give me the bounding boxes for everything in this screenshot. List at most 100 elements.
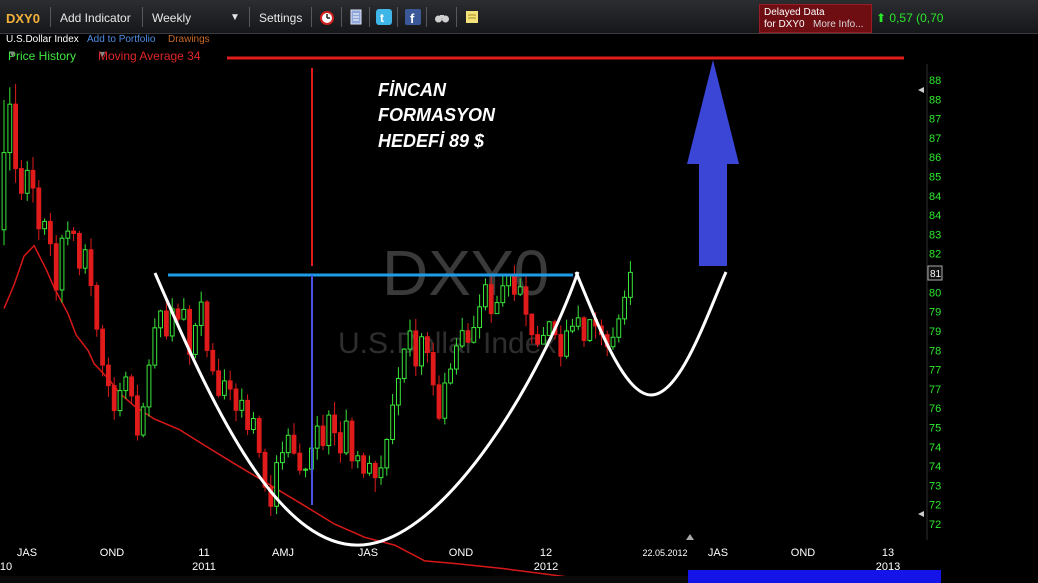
- x-tick-label: 22.05.2012: [642, 548, 687, 558]
- candle-body: [227, 380, 233, 390]
- candle: [384, 438, 390, 476]
- x-tick-label: OND: [791, 547, 816, 559]
- time-scroll-bar[interactable]: [688, 570, 941, 583]
- candle-body: [303, 468, 309, 471]
- settings-button[interactable]: Settings: [259, 11, 302, 25]
- candle: [152, 318, 158, 369]
- y-tick-label: 72: [929, 500, 941, 512]
- candle: [1, 99, 7, 246]
- candle-body: [204, 301, 210, 351]
- candle: [181, 298, 187, 321]
- candle-body: [558, 334, 564, 357]
- alarm-clock-icon[interactable]: [319, 9, 335, 25]
- candle-body: [59, 237, 65, 291]
- y-tick-label: 79: [929, 307, 941, 319]
- candle: [256, 415, 262, 458]
- delayed-data-line2: for DXY0: [764, 19, 805, 30]
- x-scroll-marker-icon[interactable]: [686, 534, 694, 540]
- candle: [546, 320, 552, 336]
- candle: [378, 455, 384, 485]
- candle: [564, 319, 570, 359]
- delayed-data-badge[interactable]: Delayed Data for DXY0 More Info...: [759, 4, 872, 33]
- toolbar-divider: [456, 7, 457, 27]
- y-tick-label: 75: [929, 422, 941, 434]
- candle: [251, 411, 256, 434]
- facebook-icon[interactable]: f: [405, 9, 421, 25]
- candle-body: [245, 399, 250, 431]
- candle-body: [117, 390, 123, 412]
- candle: [210, 343, 216, 375]
- candle: [314, 416, 320, 460]
- candle: [13, 83, 18, 183]
- candle: [204, 299, 210, 358]
- annotation-line-2: FORMASYON: [378, 105, 496, 125]
- candle-body: [390, 404, 396, 440]
- candle: [558, 325, 564, 367]
- candle-body: [30, 169, 36, 189]
- candle-body: [384, 438, 390, 469]
- y-scroll-down-icon[interactable]: [918, 511, 924, 517]
- add-indicator-button[interactable]: Add Indicator: [60, 11, 131, 25]
- candle-body: [216, 370, 221, 396]
- chevron-down-icon[interactable]: ▼: [230, 12, 240, 23]
- instrument-name: U.S.Dollar Index: [6, 34, 79, 45]
- arrow-up-icon: ⬆: [876, 11, 887, 25]
- candle: [297, 443, 303, 475]
- candle-body: [146, 364, 152, 408]
- candle-body: [448, 368, 454, 384]
- candle: [610, 327, 616, 350]
- candle: [349, 417, 355, 469]
- candle-body: [100, 328, 105, 366]
- candle-body: [175, 308, 181, 320]
- x-tick-label: 13: [882, 547, 894, 559]
- candle: [239, 388, 245, 418]
- add-to-portfolio-link[interactable]: Add to Portfolio: [87, 34, 155, 45]
- candle-body: [158, 310, 163, 329]
- y-scroll-up-icon[interactable]: [918, 87, 924, 93]
- candle-body: [256, 417, 262, 453]
- candle: [36, 180, 42, 241]
- y-tick-label: 86: [929, 152, 941, 164]
- candle-body: [494, 302, 500, 315]
- candle-body: [53, 243, 59, 291]
- candle-body: [430, 352, 436, 386]
- candle-body: [251, 417, 256, 431]
- annotation-line-1: FİNCAN: [378, 80, 447, 100]
- candle-body: [610, 336, 616, 348]
- candle: [587, 319, 593, 343]
- y-tick-label: 84: [929, 210, 941, 222]
- y-tick-label: 74: [929, 461, 941, 473]
- period-select[interactable]: Weekly: [152, 11, 191, 25]
- candle: [19, 160, 24, 201]
- twitter-icon[interactable]: t: [376, 9, 392, 25]
- candle: [581, 316, 587, 347]
- x-tick-label: JAS: [17, 547, 37, 559]
- candle-body: [77, 232, 82, 269]
- candle-body: [349, 420, 355, 462]
- candle: [71, 226, 76, 242]
- candle: [169, 298, 175, 342]
- candle-body: [517, 286, 523, 295]
- note-icon[interactable]: [464, 9, 480, 25]
- legend-price-history-label: Price History: [8, 49, 77, 63]
- binoculars-icon[interactable]: [434, 9, 450, 25]
- candle-body: [7, 103, 13, 154]
- x-tick-year-label: 10: [0, 561, 12, 573]
- candle-body: [36, 187, 42, 230]
- candle-body: [471, 327, 477, 343]
- more-info-link[interactable]: More Info...: [813, 19, 864, 30]
- symbol-label[interactable]: DXY0: [6, 11, 40, 26]
- candle-body: [239, 399, 245, 411]
- candle: [570, 318, 575, 334]
- candle: [326, 410, 332, 455]
- toolbar-divider: [426, 7, 427, 27]
- document-icon[interactable]: [348, 9, 364, 25]
- candle-body: [332, 414, 338, 434]
- delayed-data-line1: Delayed Data: [764, 7, 825, 18]
- y-tick-label: 77: [929, 384, 941, 396]
- drawings-link[interactable]: Drawings: [168, 34, 210, 45]
- x-tick-label: OND: [100, 547, 125, 559]
- candle-body: [500, 285, 506, 304]
- y-tick-label: 87: [929, 133, 941, 145]
- price-chart[interactable]: DXY0 U.S.Dollar Index FİNCAN FORMASYON H…: [0, 0, 1038, 583]
